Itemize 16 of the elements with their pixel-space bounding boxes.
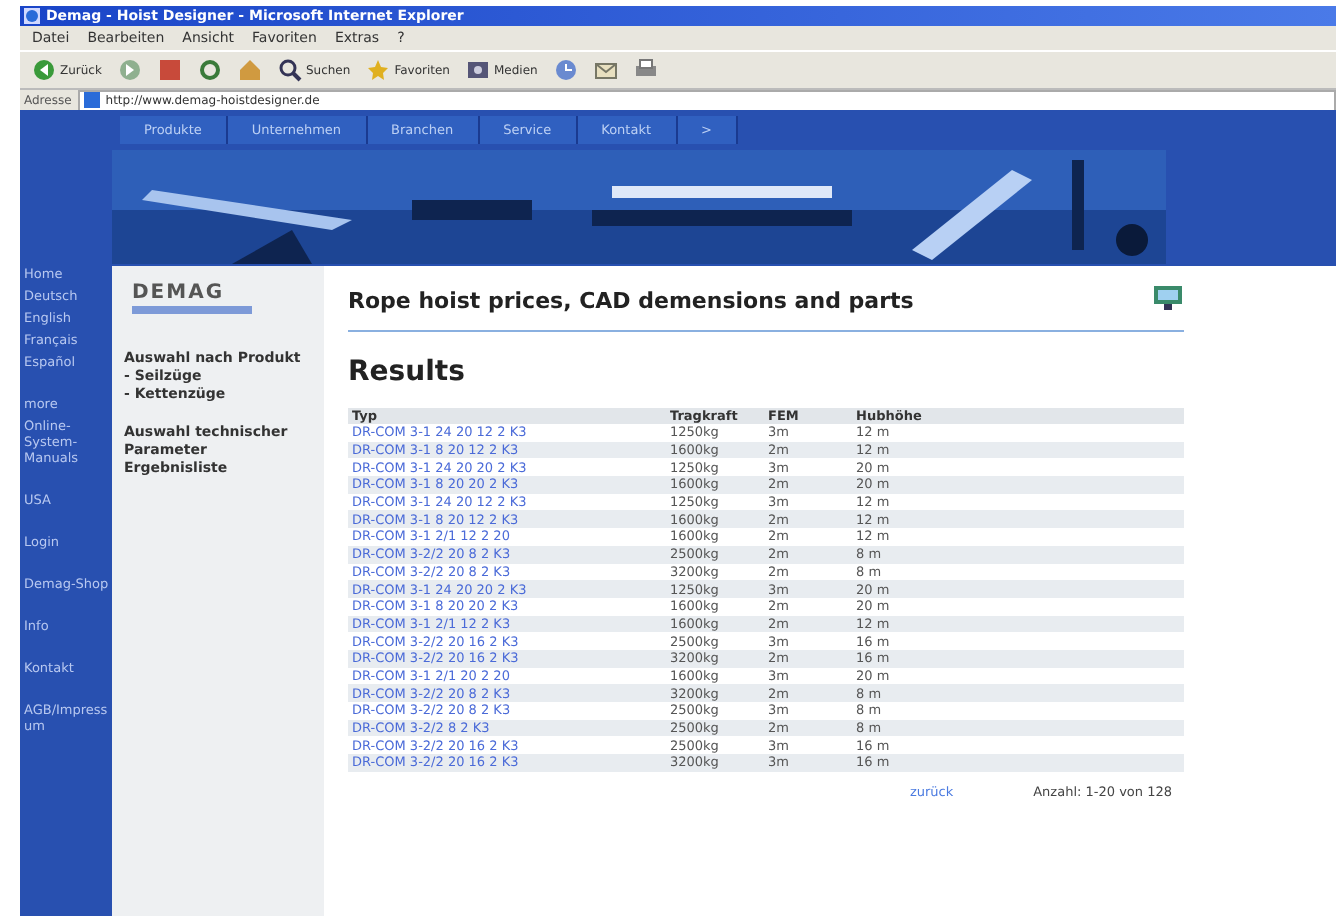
page-icon [83,92,100,108]
page-heading: Rope hoist prices, CAD demensions and parts [348,288,914,314]
mail-icon [593,58,618,82]
logo: DEMAG [132,282,227,304]
browser-icon [24,8,40,24]
print-icon [633,58,658,82]
history-icon [553,58,578,82]
stop-icon [157,58,182,82]
home-icon [237,58,262,82]
search-icon [277,58,302,82]
media-icon [465,58,490,82]
forward-icon [117,58,142,82]
back-icon [32,58,56,82]
section-title: Results [348,356,467,388]
favorites-icon [366,58,391,82]
monitor-icon [1152,286,1184,310]
